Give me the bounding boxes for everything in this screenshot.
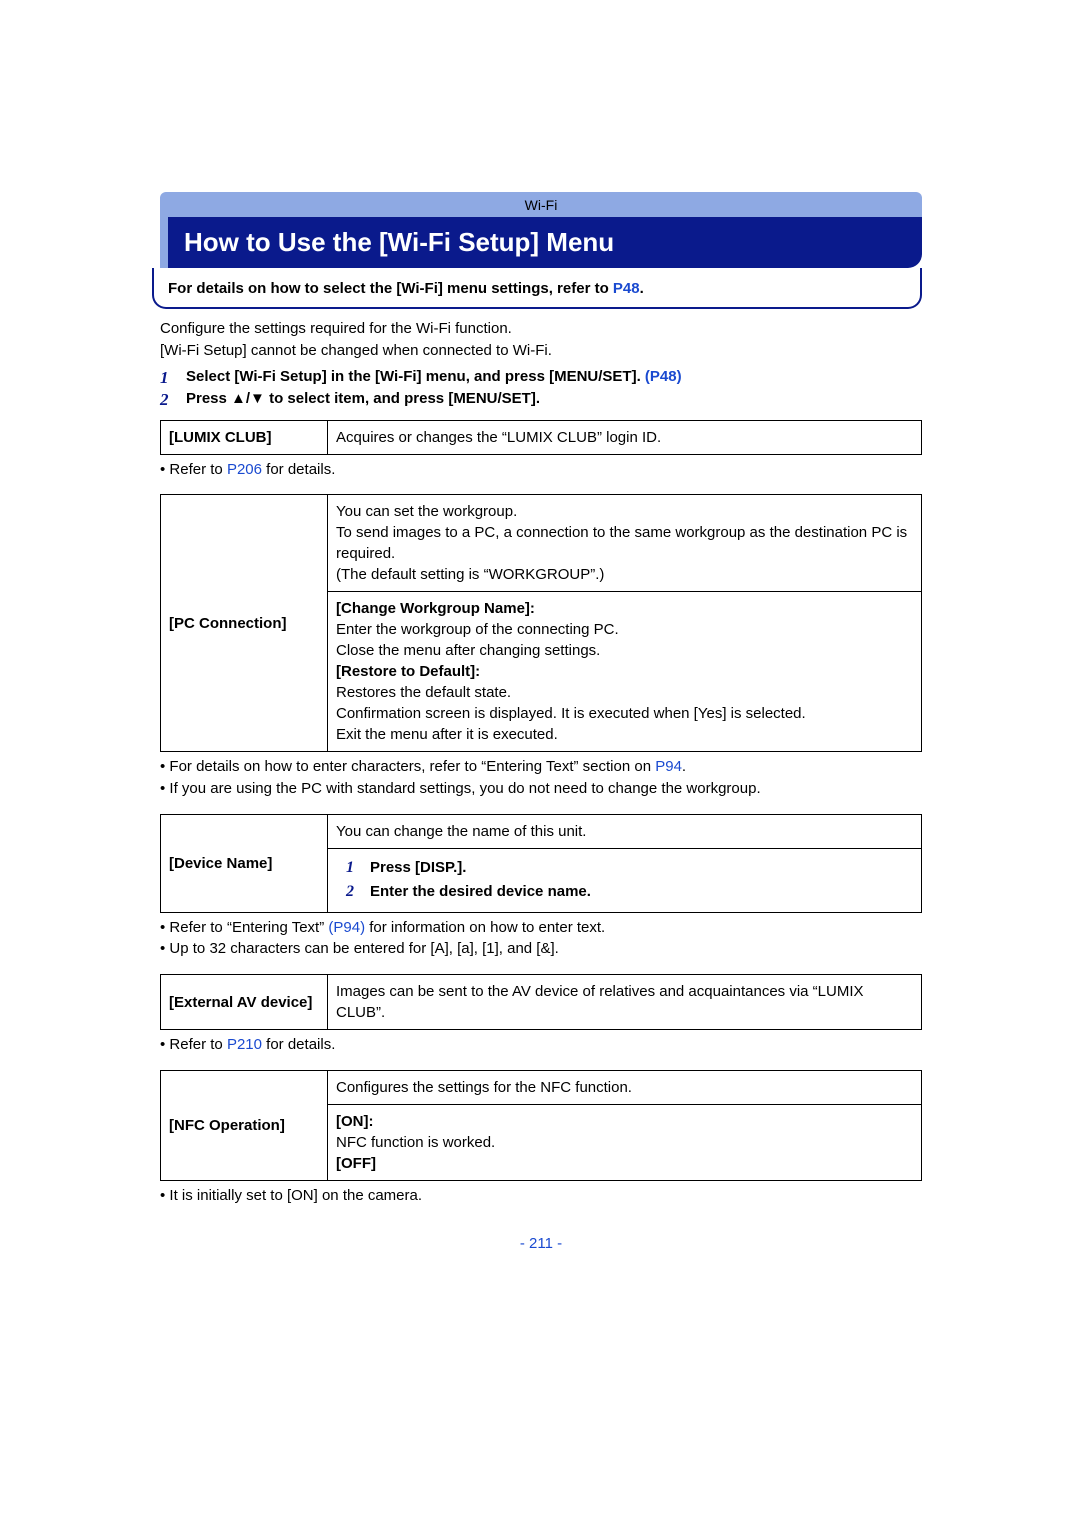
row-cell: Configures the settings for the NFC func… bbox=[328, 1070, 922, 1104]
step-number: 2 bbox=[160, 390, 186, 410]
row-label: [Device Name] bbox=[161, 814, 328, 912]
step-link[interactable]: (P48) bbox=[645, 368, 682, 385]
note-pre: For details on how to enter characters, … bbox=[169, 758, 655, 775]
substep-text: Press [DISP.]. bbox=[370, 857, 466, 878]
note-pre: Refer to bbox=[169, 1036, 227, 1053]
cell-line: Enter the workgroup of the connecting PC… bbox=[336, 619, 913, 640]
page-number: - 211 - bbox=[160, 1235, 922, 1252]
row-cell: [Change Workgroup Name]: Enter the workg… bbox=[328, 592, 922, 752]
step-text: Select [Wi-Fi Setup] in the [Wi-Fi] menu… bbox=[186, 368, 645, 385]
step-1: 1 Select [Wi-Fi Setup] in the [Wi-Fi] me… bbox=[160, 368, 922, 388]
row-description: Acquires or changes the “LUMIX CLUB” log… bbox=[328, 420, 922, 454]
table-row: [Device Name] You can change the name of… bbox=[161, 814, 922, 848]
note-post: for details. bbox=[262, 1036, 335, 1053]
paragraph: [Wi-Fi Setup] cannot be changed when con… bbox=[160, 341, 922, 361]
step-text-post: to select item, and press [MENU/SET]. bbox=[265, 390, 540, 407]
main-steps: 1 Select [Wi-Fi Setup] in the [Wi-Fi] me… bbox=[160, 368, 922, 410]
note-post: for details. bbox=[262, 461, 335, 478]
cell-line: Close the menu after changing settings. bbox=[336, 640, 913, 661]
cell-heading: [Change Workgroup Name]: bbox=[336, 600, 535, 617]
row-cell: You can set the workgroup. To send image… bbox=[328, 495, 922, 592]
manual-page: Wi-Fi How to Use the [Wi-Fi Setup] Menu … bbox=[0, 0, 1080, 1312]
cell-line: Confirmation screen is displayed. It is … bbox=[336, 703, 913, 724]
note-link[interactable]: P94 bbox=[655, 758, 682, 775]
step-2: 2 Press ▲/▼ to select item, and press [M… bbox=[160, 390, 922, 410]
cell-heading: [ON]: bbox=[336, 1113, 374, 1130]
row-label: [External AV device] bbox=[161, 975, 328, 1030]
step-number: 1 bbox=[160, 368, 186, 388]
device-name-table: [Device Name] You can change the name of… bbox=[160, 814, 922, 913]
cell-line: NFC function is worked. bbox=[336, 1132, 913, 1153]
cell-heading: [Restore to Default]: bbox=[336, 663, 480, 680]
note-post: for information on how to enter text. bbox=[365, 919, 605, 936]
note-line: If you are using the PC with standard se… bbox=[160, 778, 922, 800]
lumix-club-table: [LUMIX CLUB] Acquires or changes the “LU… bbox=[160, 420, 922, 455]
row-cell: 1 Press [DISP.]. 2 Enter the desired dev… bbox=[328, 848, 922, 912]
pc-notes: For details on how to enter characters, … bbox=[160, 756, 922, 800]
note-pre: Refer to “Entering Text” bbox=[169, 919, 328, 936]
cell-line: Exit the menu after it is executed. bbox=[336, 724, 913, 745]
table-row: [External AV device] Images can be sent … bbox=[161, 975, 922, 1030]
note-pre: Refer to bbox=[169, 461, 227, 478]
external-av-table: [External AV device] Images can be sent … bbox=[160, 974, 922, 1030]
substep-number: 1 bbox=[336, 857, 370, 879]
substep-1: 1 Press [DISP.]. bbox=[336, 857, 913, 879]
intro-link[interactable]: P48 bbox=[613, 280, 640, 297]
substep-2: 2 Enter the desired device name. bbox=[336, 881, 913, 903]
substep-number: 2 bbox=[336, 881, 370, 903]
note-link[interactable]: P206 bbox=[227, 461, 262, 478]
row-label: [PC Connection] bbox=[161, 495, 328, 752]
cell-heading: [OFF] bbox=[336, 1155, 376, 1172]
pc-connection-table: [PC Connection] You can set the workgrou… bbox=[160, 494, 922, 752]
intro-text-post: . bbox=[640, 280, 644, 297]
intro-note: For details on how to select the [Wi-Fi]… bbox=[152, 268, 922, 309]
note-post: . bbox=[682, 758, 686, 775]
nfc-note: It is initially set to [ON] on the camer… bbox=[160, 1185, 922, 1207]
table-row: [NFC Operation] Configures the settings … bbox=[161, 1070, 922, 1104]
paragraph: Configure the settings required for the … bbox=[160, 319, 922, 339]
intro-text-pre: For details on how to select the [Wi-Fi]… bbox=[168, 280, 613, 297]
row-cell: You can change the name of this unit. bbox=[328, 814, 922, 848]
cell-line: You can set the workgroup. bbox=[336, 501, 913, 522]
lumix-note: Refer to P206 for details. bbox=[160, 459, 922, 481]
nfc-operation-table: [NFC Operation] Configures the settings … bbox=[160, 1070, 922, 1181]
step-text-pre: Press bbox=[186, 390, 231, 407]
cell-line: (The default setting is “WORKGROUP”.) bbox=[336, 564, 913, 585]
row-label: [LUMIX CLUB] bbox=[161, 420, 328, 454]
page-title: How to Use the [Wi-Fi Setup] Menu bbox=[160, 217, 922, 268]
cell-line: Restores the default state. bbox=[336, 682, 913, 703]
cell-line: To send images to a PC, a connection to … bbox=[336, 522, 913, 564]
external-note: Refer to P210 for details. bbox=[160, 1034, 922, 1056]
note-line: It is initially set to [ON] on the camer… bbox=[160, 1185, 922, 1207]
substep-text: Enter the desired device name. bbox=[370, 881, 591, 902]
section-tab: Wi-Fi bbox=[160, 192, 922, 217]
row-cell: [ON]: NFC function is worked. [OFF] bbox=[328, 1104, 922, 1180]
note-link[interactable]: (P94) bbox=[328, 919, 365, 936]
arrow-icons: ▲/▼ bbox=[231, 390, 265, 407]
row-label: [NFC Operation] bbox=[161, 1070, 328, 1180]
device-notes: Refer to “Entering Text” (P94) for infor… bbox=[160, 917, 922, 961]
table-row: [PC Connection] You can set the workgrou… bbox=[161, 495, 922, 592]
note-line: Up to 32 characters can be entered for [… bbox=[160, 938, 922, 960]
table-row: [LUMIX CLUB] Acquires or changes the “LU… bbox=[161, 420, 922, 454]
note-link[interactable]: P210 bbox=[227, 1036, 262, 1053]
row-cell: Images can be sent to the AV device of r… bbox=[328, 975, 922, 1030]
